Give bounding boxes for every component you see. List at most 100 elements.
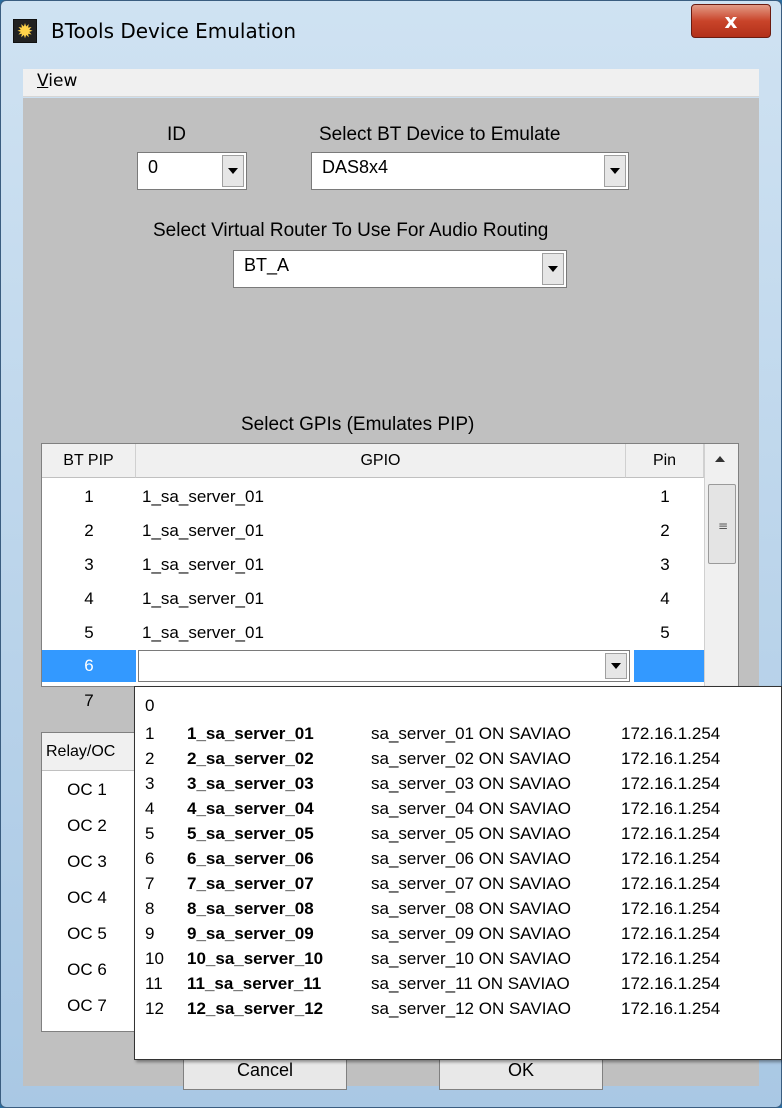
item-description: sa_server_06 ON SAVIAO [371, 849, 571, 868]
list-item[interactable]: 7 7_sa_server_07 sa_server_07 ON SAVIAO … [135, 871, 781, 896]
gpio-dropdown-list[interactable]: 0 1 1_sa_server_01 sa_server_01 ON SAVIA… [134, 686, 782, 1060]
item-index: 11 [145, 974, 163, 993]
device-combobox[interactable]: DAS8x4 [311, 152, 629, 190]
chevron-down-icon[interactable] [222, 155, 244, 187]
list-item[interactable]: 5 5_sa_server_05 sa_server_05 ON SAVIAO … [135, 821, 781, 846]
table-row[interactable]: 3 1_sa_server_01 3 [42, 548, 704, 582]
item-description: sa_server_01 ON SAVIAO [371, 724, 571, 743]
item-description: sa_server_03 ON SAVIAO [371, 774, 571, 793]
router-value: BT_A [244, 255, 290, 275]
item-ip: 172.16.1.254 [621, 799, 721, 818]
table-row[interactable]: 5 1_sa_server_01 5 [42, 616, 704, 650]
chevron-down-icon[interactable] [542, 253, 564, 285]
item-index: 9 [145, 924, 155, 943]
cell-pin[interactable]: 3 [626, 548, 704, 582]
item-ip: 172.16.1.254 [621, 749, 721, 768]
relay-row[interactable]: OC 6 [42, 953, 132, 987]
item-index: 7 [145, 874, 155, 893]
cell-gpio[interactable]: 1_sa_server_01 [142, 616, 264, 650]
list-item[interactable]: 0 [135, 693, 781, 718]
item-name: 8_sa_server_08 [187, 899, 314, 918]
list-item[interactable]: 10 10_sa_server_10 sa_server_10 ON SAVIA… [135, 946, 781, 971]
cell-gpio[interactable]: 1_sa_server_01 [142, 514, 264, 548]
chevron-down-icon[interactable] [605, 653, 627, 679]
scrollbar-thumb[interactable]: ≡ [708, 484, 736, 564]
item-name: 12_sa_server_12 [187, 999, 324, 1018]
table-row[interactable]: 2 1_sa_server_01 2 [42, 514, 704, 548]
item-index: 1 [145, 724, 155, 743]
sun-app-icon: ✹ [13, 19, 37, 43]
menu-bar: View [23, 69, 759, 97]
table-row[interactable]: 1 1_sa_server_01 1 [42, 480, 704, 514]
relay-row[interactable]: OC 2 [42, 809, 132, 843]
item-index: 3 [145, 774, 155, 793]
item-name: 4_sa_server_04 [187, 799, 314, 818]
item-name: 5_sa_server_05 [187, 824, 314, 843]
id-combobox[interactable]: 0 [137, 152, 247, 190]
cell-pin[interactable]: 4 [626, 582, 704, 616]
cell-pin[interactable]: 1 [626, 480, 704, 514]
cell-pip: 4 [84, 589, 94, 608]
item-index: 12 [145, 999, 164, 1018]
item-ip: 172.16.1.254 [621, 924, 721, 943]
relay-row[interactable]: OC 3 [42, 845, 132, 879]
chevron-down-icon[interactable] [604, 155, 626, 187]
table-row-selected[interactable]: 6 [42, 650, 704, 682]
menu-view-mnemonic: V [37, 71, 49, 91]
list-item[interactable]: 9 9_sa_server_09 sa_server_09 ON SAVIAO … [135, 921, 781, 946]
cell-gpio[interactable]: 1_sa_server_01 [142, 480, 264, 514]
column-header-bt-pip[interactable]: BT PIP [42, 444, 136, 478]
column-header-pin[interactable]: Pin [626, 444, 704, 478]
title-bar[interactable]: ✹ BTools Device Emulation x [1, 1, 782, 61]
item-description: sa_server_09 ON SAVIAO [371, 924, 571, 943]
cell-pin[interactable]: 2 [626, 514, 704, 548]
cell-pip: 5 [84, 623, 94, 642]
cell-pip: 6 [42, 650, 136, 682]
cell-pin[interactable] [634, 650, 704, 682]
item-index: 0 [145, 696, 155, 715]
item-ip: 172.16.1.254 [621, 974, 721, 993]
router-label: Select Virtual Router To Use For Audio R… [153, 220, 549, 241]
cell-pip: 7 [84, 691, 94, 710]
item-ip: 172.16.1.254 [621, 774, 721, 793]
cell-pip: 3 [84, 555, 94, 574]
item-name: 11_sa_server_11 [187, 974, 322, 993]
list-item[interactable]: 6 6_sa_server_06 sa_server_06 ON SAVIAO … [135, 846, 781, 871]
menu-view-rest: iew [48, 71, 78, 91]
list-item[interactable]: 4 4_sa_server_04 sa_server_04 ON SAVIAO … [135, 796, 781, 821]
list-item[interactable]: 3 3_sa_server_03 sa_server_03 ON SAVIAO … [135, 771, 781, 796]
item-ip: 172.16.1.254 [621, 999, 721, 1018]
relay-row[interactable]: OC 1 [42, 773, 132, 807]
gpio-combobox[interactable] [138, 650, 630, 682]
cell-pin[interactable]: 5 [626, 616, 704, 650]
item-description: sa_server_11 ON SAVIAO [371, 974, 570, 993]
list-item[interactable]: 8 8_sa_server_08 sa_server_08 ON SAVIAO … [135, 896, 781, 921]
router-combobox[interactable]: BT_A [233, 250, 567, 288]
vertical-scrollbar[interactable]: ≡ [704, 444, 738, 686]
list-item[interactable]: 11 11_sa_server_11 sa_server_11 ON SAVIA… [135, 971, 781, 996]
item-name: 6_sa_server_06 [187, 849, 314, 868]
relay-row[interactable]: OC 4 [42, 881, 132, 915]
gpi-grid: BT PIP GPIO Pin 1 1_sa_server_01 1 2 1_s… [41, 443, 739, 710]
list-item[interactable]: 1 1_sa_server_01 sa_server_01 ON SAVIAO … [135, 721, 781, 746]
table-row[interactable]: 4 1_sa_server_01 4 [42, 582, 704, 616]
relay-row[interactable]: OC 7 [42, 989, 132, 1023]
list-item[interactable]: 2 2_sa_server_02 sa_server_02 ON SAVIAO … [135, 746, 781, 771]
item-index: 8 [145, 899, 155, 918]
item-ip: 172.16.1.254 [621, 724, 721, 743]
item-description: sa_server_07 ON SAVIAO [371, 874, 571, 893]
gpi-title: Select GPIs (Emulates PIP) [241, 414, 475, 435]
device-value: DAS8x4 [322, 157, 389, 177]
item-description: sa_server_12 ON SAVIAO [371, 999, 571, 1018]
close-button[interactable]: x [691, 4, 771, 38]
relay-row[interactable]: OC 5 [42, 917, 132, 951]
list-item[interactable]: 12 12_sa_server_12 sa_server_12 ON SAVIA… [135, 996, 781, 1021]
item-ip: 172.16.1.254 [621, 824, 721, 843]
scroll-up-icon[interactable] [715, 456, 725, 462]
cell-gpio[interactable]: 1_sa_server_01 [142, 582, 264, 616]
column-header-gpio[interactable]: GPIO [136, 444, 626, 478]
menu-view[interactable]: View [37, 71, 77, 91]
cell-gpio[interactable]: 1_sa_server_01 [142, 548, 264, 582]
item-name: 7_sa_server_07 [187, 874, 314, 893]
item-ip: 172.16.1.254 [621, 849, 721, 868]
